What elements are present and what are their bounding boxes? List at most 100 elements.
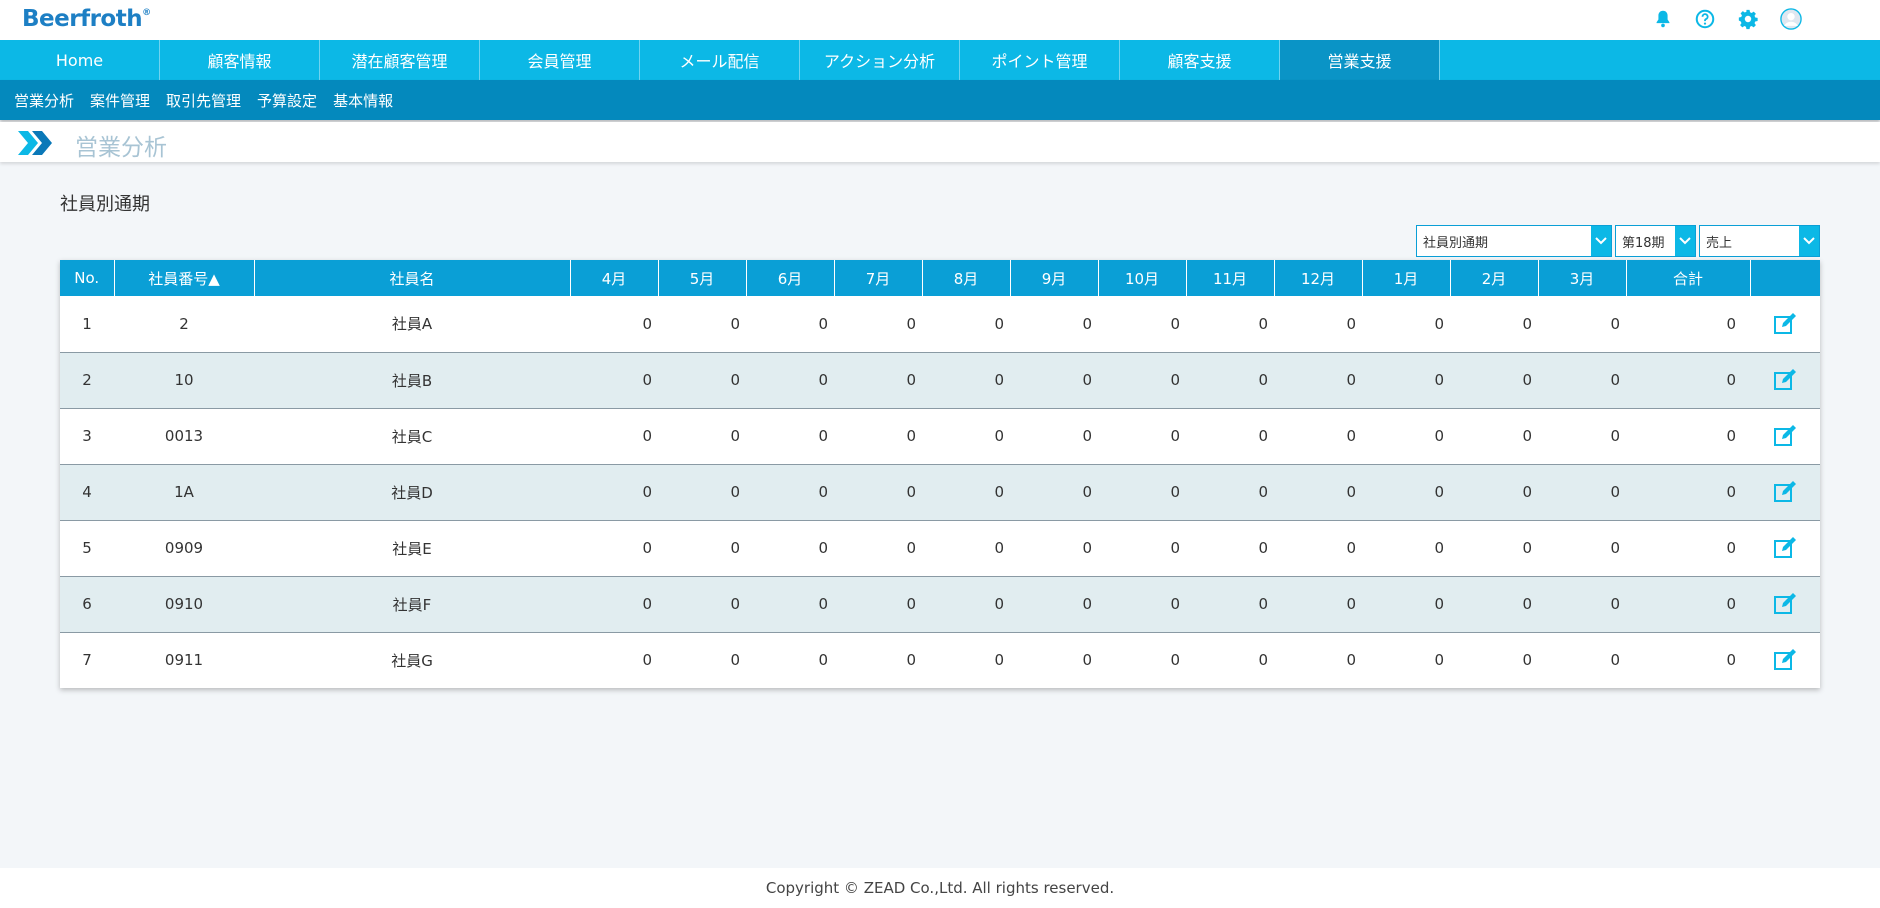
col-header-month[interactable]: 3月	[1538, 260, 1627, 296]
edit-icon[interactable]	[1772, 481, 1798, 502]
edit-button[interactable]	[1750, 352, 1820, 408]
edit-icon[interactable]	[1772, 593, 1798, 614]
cell-no: 3	[82, 427, 92, 445]
col-header-month[interactable]: 4月	[570, 260, 659, 296]
edit-button[interactable]	[1750, 632, 1820, 688]
subnav-sales-analysis[interactable]: 営業分析	[14, 90, 74, 111]
edit-icon[interactable]	[1772, 425, 1798, 446]
bell-icon[interactable]	[1650, 6, 1676, 32]
cell-no: 1	[82, 314, 92, 333]
view-select[interactable]: 社員別通期	[1416, 225, 1612, 257]
app-logo[interactable]: Beerfroth®	[22, 6, 151, 32]
cell-month-value: 0	[1082, 651, 1092, 670]
cell-month-value: 0	[994, 314, 1004, 333]
edit-button[interactable]	[1750, 408, 1820, 464]
col-header-emp-name[interactable]: 社員名	[254, 260, 571, 296]
cell-month-value: 0	[818, 314, 828, 333]
subnav-client-management[interactable]: 取引先管理	[166, 90, 241, 111]
cell-month-value: 0	[642, 651, 652, 670]
col-header-month[interactable]: 9月	[1010, 260, 1099, 296]
tab-sales-support[interactable]: 営業支援	[1280, 40, 1440, 80]
cell-month-value: 0	[1346, 371, 1356, 389]
cell-month-value: 0	[818, 483, 828, 501]
edit-button[interactable]	[1750, 576, 1820, 632]
cell-total: 0	[1726, 595, 1736, 613]
col-header-month[interactable]: 10月	[1098, 260, 1187, 296]
cell-no: 4	[82, 483, 92, 501]
cell-month-value: 0	[730, 371, 740, 389]
cell-total: 0	[1726, 371, 1736, 389]
help-icon[interactable]	[1692, 6, 1718, 32]
cell-month-value: 0	[642, 427, 652, 445]
cell-month-value: 0	[906, 371, 916, 389]
cell-month-value: 0	[1522, 651, 1532, 670]
col-header-no[interactable]: No.	[60, 260, 115, 296]
col-header-month[interactable]: 11月	[1186, 260, 1275, 296]
edit-icon[interactable]	[1772, 649, 1798, 671]
tab-prospect-management[interactable]: 潜在顧客管理	[320, 40, 480, 80]
chevron-down-icon	[1799, 226, 1819, 256]
cell-no: 6	[82, 595, 92, 613]
cell-month-value: 0	[1346, 314, 1356, 333]
tab-customer-info[interactable]: 顧客情報	[160, 40, 320, 80]
cell-month-value: 0	[1522, 314, 1532, 333]
cell-month-value: 0	[730, 595, 740, 613]
col-header-month[interactable]: 2月	[1450, 260, 1539, 296]
page-title: 営業分析	[75, 135, 167, 161]
cell-month-value: 0	[1434, 595, 1444, 613]
cell-month-value: 0	[1434, 314, 1444, 333]
tab-member-management[interactable]: 会員管理	[480, 40, 640, 80]
cell-emp-name: 社員C	[391, 427, 433, 446]
col-header-month[interactable]: 6月	[746, 260, 835, 296]
tab-point-management[interactable]: ポイント管理	[960, 40, 1120, 80]
cell-total: 0	[1726, 483, 1736, 501]
tab-customer-support[interactable]: 顧客支援	[1120, 40, 1280, 80]
edit-icon[interactable]	[1772, 369, 1798, 390]
edit-icon[interactable]	[1772, 312, 1798, 334]
cell-month-value: 0	[1258, 314, 1268, 333]
metric-select[interactable]: 売上	[1699, 225, 1820, 257]
edit-button[interactable]	[1750, 296, 1820, 352]
cell-month-value: 0	[994, 427, 1004, 445]
tab-action-analysis[interactable]: アクション分析	[800, 40, 960, 80]
col-header-emp-no[interactable]: 社員番号▲	[114, 260, 255, 296]
edit-button[interactable]	[1750, 520, 1820, 576]
col-header-total[interactable]: 合計	[1626, 260, 1751, 296]
cell-month-value: 0	[1170, 483, 1180, 501]
subnav-budget-settings[interactable]: 予算設定	[257, 90, 317, 111]
cell-emp-name: 社員F	[392, 595, 432, 614]
gear-icon[interactable]	[1735, 6, 1761, 32]
cell-month-value: 0	[1258, 371, 1268, 389]
tab-mail-delivery[interactable]: メール配信	[640, 40, 800, 80]
avatar-icon[interactable]	[1778, 6, 1804, 32]
main-nav: Home 顧客情報 潜在顧客管理 会員管理 メール配信 アクション分析 ポイント…	[0, 40, 1880, 80]
cell-month-value: 0	[1522, 483, 1532, 501]
subnav-deal-management[interactable]: 案件管理	[90, 90, 150, 111]
footer: Copyright © ZEAD Co.,Ltd. All rights res…	[0, 868, 1880, 908]
edit-button[interactable]	[1750, 464, 1820, 520]
col-header-month[interactable]: 8月	[922, 260, 1011, 296]
table-row: 3 0013 社員C 0 0 0 0 0 0 0 0 0 0 0 0 0	[60, 408, 1820, 464]
subnav-basic-info[interactable]: 基本情報	[333, 90, 393, 111]
cell-no: 5	[82, 539, 92, 557]
cell-month-value: 0	[730, 539, 740, 557]
page-header: 営業分析	[0, 122, 1880, 162]
edit-icon[interactable]	[1772, 537, 1798, 558]
cell-month-value: 0	[906, 427, 916, 445]
cell-emp-no: 2	[179, 314, 189, 333]
period-select[interactable]: 第18期	[1615, 225, 1696, 257]
cell-month-value: 0	[994, 651, 1004, 670]
cell-month-value: 0	[818, 371, 828, 389]
cell-month-value: 0	[730, 483, 740, 501]
cell-month-value: 0	[1434, 427, 1444, 445]
cell-emp-name: 社員E	[392, 539, 432, 558]
col-header-month[interactable]: 5月	[658, 260, 747, 296]
cell-month-value: 0	[642, 371, 652, 389]
col-header-month[interactable]: 7月	[834, 260, 923, 296]
cell-month-value: 0	[1082, 314, 1092, 333]
cell-month-value: 0	[1170, 314, 1180, 333]
cell-emp-no: 0013	[164, 427, 204, 445]
tab-home[interactable]: Home	[0, 40, 160, 80]
col-header-month[interactable]: 12月	[1274, 260, 1363, 296]
col-header-month[interactable]: 1月	[1362, 260, 1451, 296]
